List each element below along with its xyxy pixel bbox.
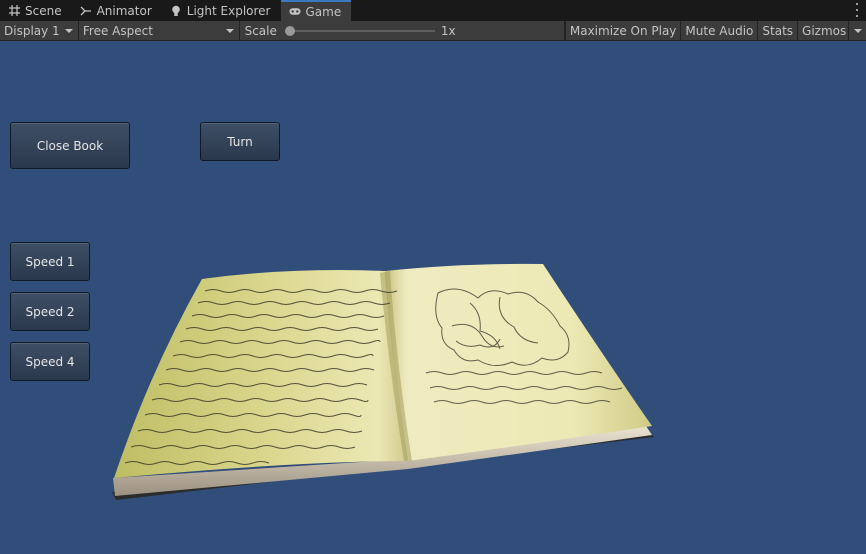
gizmos-toggle[interactable]: Gizmos [797, 20, 848, 41]
maximize-on-play-toggle[interactable]: Maximize On Play [564, 20, 681, 41]
scale-control: Scale 1x [240, 20, 565, 41]
turn-button[interactable]: Turn [200, 122, 280, 161]
tab-label: Game [305, 4, 342, 19]
display-dropdown-label: Display 1 [4, 23, 60, 38]
chevron-down-icon [225, 28, 234, 33]
tab-label: Animator [96, 3, 152, 18]
speed-2-button[interactable]: Speed 2 [10, 292, 90, 331]
tab-scene[interactable]: Scene [0, 0, 72, 21]
scale-label: Scale [244, 23, 277, 38]
stats-toggle[interactable]: Stats [757, 20, 797, 41]
scale-value: 1x [440, 23, 456, 38]
tab-game[interactable]: Game [280, 0, 352, 21]
game-view[interactable]: Close Book Turn Speed 1 Speed 2 Speed 4 [0, 41, 866, 554]
lightbulb-icon [170, 5, 182, 17]
kebab-menu-icon[interactable] [854, 3, 860, 17]
gamepad-icon [288, 6, 301, 18]
gizmos-dropdown[interactable] [848, 20, 866, 41]
mute-audio-toggle[interactable]: Mute Audio [680, 20, 757, 41]
chevron-down-icon [64, 28, 73, 33]
editor-tab-bar: Scene Animator Light Explorer Game [0, 0, 866, 21]
aspect-dropdown[interactable]: Free Aspect [79, 20, 240, 41]
tab-light-explorer[interactable]: Light Explorer [162, 0, 281, 21]
close-book-button[interactable]: Close Book [10, 122, 130, 169]
tab-label: Scene [25, 3, 62, 18]
scale-slider[interactable] [284, 25, 435, 36]
chevron-down-icon [854, 28, 863, 33]
tab-animator[interactable]: Animator [72, 0, 162, 21]
speed-1-button[interactable]: Speed 1 [10, 242, 90, 281]
scale-slider-handle[interactable] [284, 25, 295, 36]
grid-icon [8, 5, 20, 17]
animator-icon [80, 5, 92, 17]
display-dropdown[interactable]: Display 1 [0, 20, 79, 41]
speed-4-button[interactable]: Speed 4 [10, 342, 90, 381]
aspect-dropdown-label: Free Aspect [82, 23, 153, 38]
tab-label: Light Explorer [186, 3, 271, 18]
game-toolbar: Display 1 Free Aspect Scale 1x Maximize … [0, 20, 866, 41]
open-book-render [112, 263, 654, 500]
